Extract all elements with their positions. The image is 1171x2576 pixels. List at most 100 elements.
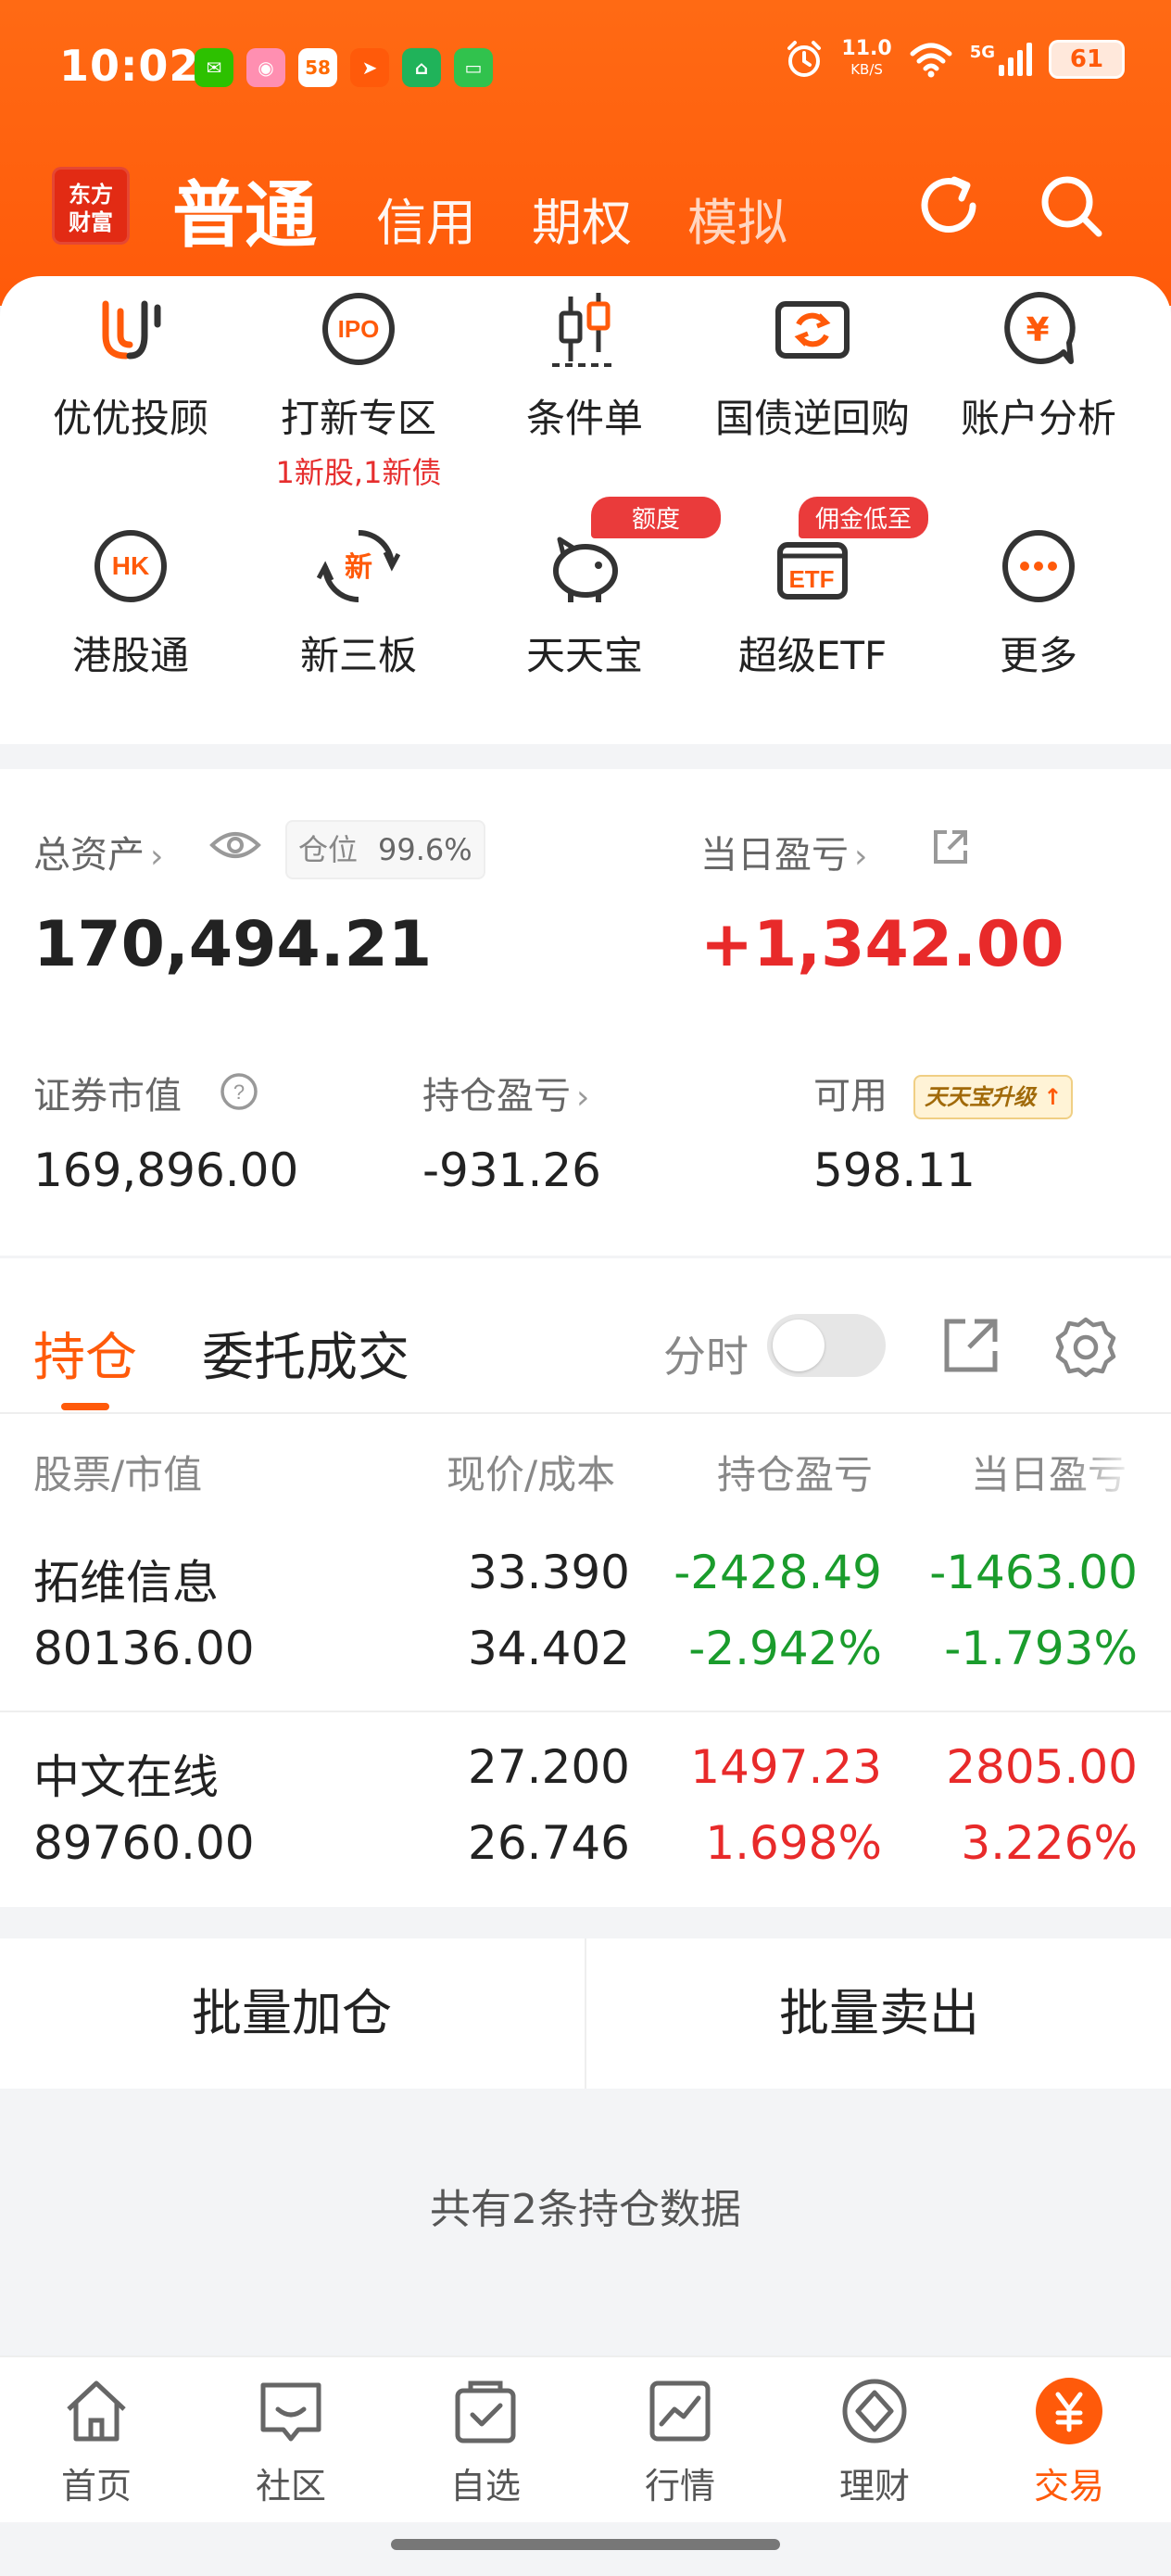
chevron-right-icon: › (854, 838, 868, 876)
settings-gear-icon[interactable] (1052, 1314, 1119, 1381)
eye-icon[interactable] (209, 828, 261, 862)
nav-watchlist[interactable]: 自选 (393, 2374, 578, 2508)
active-tab-indicator (61, 1403, 109, 1410)
feature-super-etf[interactable]: 佣金低至 ETF 超级ETF (697, 497, 928, 681)
status-time: 10:02 (59, 41, 200, 91)
batch-sell-button[interactable]: 批量卖出 (587, 1938, 1171, 2089)
uu-advisor-icon (102, 300, 161, 360)
feature-label: 超级ETF (737, 633, 888, 678)
feature-hk-connect[interactable]: HK 港股通 (15, 524, 246, 681)
asset-summary: 总资产 › 仓位 99.6% 170,494.21 当日盈亏 › +1,342.00 … (0, 769, 1171, 1256)
nav-home[interactable]: 首页 (4, 2374, 189, 2508)
account-type-nav: 东方 财富 普通 信用 期权 模拟 (0, 158, 1171, 259)
feature-sublabel: 1新股,1新债 (275, 455, 442, 490)
feature-grid: 优优投顾 IPO 打新专区 1新股,1新债 条件单 国债逆回购 ¥ 账户分析 H… (0, 276, 1171, 744)
share-icon[interactable] (939, 1314, 1002, 1377)
net-speed: 11.0 KB/S (841, 39, 891, 80)
holding-pl-link[interactable]: 持仓盈亏 › (422, 1066, 589, 1119)
feature-conditional-order[interactable]: 条件单 (469, 287, 700, 444)
daily-pl-link[interactable]: 当日盈亏 › (700, 825, 867, 878)
position-label: 仓位 (298, 832, 359, 867)
eastmoney-logo: 东方 财富 (52, 167, 130, 245)
tab-holdings[interactable]: 持仓 (33, 1316, 137, 1391)
divider (0, 1412, 1171, 1414)
external-link-icon[interactable] (930, 827, 971, 867)
nav-label: 社区 (255, 2466, 326, 2507)
stock-daily-pl-pct: -1.793% (944, 1622, 1138, 1675)
holding-pl-label: 持仓盈亏 (422, 1075, 571, 1118)
refresh-icon[interactable] (913, 170, 984, 241)
feature-tiantianbao[interactable]: 额度 天天宝 (469, 497, 721, 681)
feature-bond-repo[interactable]: 国债逆回购 (697, 287, 928, 444)
batch-add-button[interactable]: 批量加仓 (0, 1938, 584, 2089)
nav-trade[interactable]: 交易 (976, 2374, 1162, 2508)
battery-level: 61 (1069, 45, 1104, 73)
chevron-right-icon: › (576, 1079, 590, 1117)
nav-label: 首页 (60, 2466, 132, 2507)
wechat-icon: ✉ (195, 48, 233, 87)
network-type: 5G (969, 43, 995, 62)
feature-uu-advisor[interactable]: 优优投顾 (15, 287, 246, 444)
home-icon (67, 2380, 126, 2442)
svg-text:ETF: ETF (788, 565, 834, 593)
bilibili-icon: ◉ (246, 48, 285, 87)
chevron-right-icon: › (150, 838, 164, 876)
home-indicator[interactable] (391, 2539, 780, 2550)
feature-label: 优优投顾 (52, 396, 208, 441)
tab-simulation[interactable]: 模拟 (687, 182, 787, 255)
signal-icon (999, 43, 1032, 76)
svg-text:?: ? (233, 1080, 245, 1104)
more-icon (1002, 530, 1075, 602)
intraday-toggle[interactable] (767, 1314, 886, 1377)
tab-normal[interactable]: 普通 (172, 158, 317, 261)
total-assets-link[interactable]: 总资产 › (33, 825, 163, 878)
stock-daily-pl-pct: 3.226% (961, 1816, 1138, 1870)
alarm-icon (787, 41, 822, 77)
feature-account-analysis[interactable]: ¥ 账户分析 (923, 287, 1154, 444)
tab-credit[interactable]: 信用 (376, 182, 476, 255)
stock-cost: 26.746 (468, 1816, 630, 1870)
feature-ipo[interactable]: IPO 打新专区 1新股,1新债 (243, 287, 474, 492)
position-chip: 仓位 99.6% (285, 820, 485, 879)
market-value-label: 证券市值 (33, 1075, 182, 1118)
total-assets-label: 总资产 (33, 834, 145, 877)
tab-orders-trades[interactable]: 委托成交 (202, 1316, 409, 1391)
nav-community[interactable]: 社区 (198, 2374, 384, 2508)
hk-icon: HK (94, 530, 167, 602)
stock-holding-pl-pct: -2.942% (688, 1622, 882, 1675)
logo-line1: 东方 (69, 182, 113, 208)
nav-wealth[interactable]: 理财 (782, 2374, 967, 2508)
feature-label: 港股通 (71, 633, 189, 678)
community-icon (260, 2382, 321, 2442)
stock-holding-pl-pct: 1.698% (705, 1816, 882, 1870)
feature-label: 天天宝 (525, 633, 643, 678)
stock-price: 33.390 (468, 1546, 630, 1599)
col-stock-mv: 股票/市值 (33, 1452, 203, 1497)
feature-label: 账户分析 (960, 396, 1116, 441)
feature-more[interactable]: 更多 (923, 524, 1154, 681)
paper-plane-icon: ➤ (350, 48, 389, 87)
stock-market-value: 89760.00 (33, 1816, 255, 1870)
tab-options[interactable]: 期权 (532, 182, 632, 255)
feature-label: 更多 (999, 633, 1077, 678)
col-holding-pl: 持仓盈亏 (717, 1452, 874, 1497)
watchlist-icon (455, 2380, 516, 2443)
yen-chat-icon: ¥ (1004, 291, 1076, 364)
daily-pl-value: +1,342.00 (700, 908, 1064, 981)
stock-price: 27.200 (468, 1740, 630, 1794)
feature-new-third-board[interactable]: 新 新三板 (243, 524, 474, 681)
search-icon[interactable] (1036, 170, 1106, 241)
nav-market[interactable]: 行情 (587, 2374, 773, 2508)
top-header: 10:02 ✉ ◉ 58 ➤ ⌂ ▭ 11.0 KB/S 5G 61 东方 财富 … (0, 0, 1171, 306)
available-label: 可用 (813, 1075, 888, 1118)
col-daily-pl: 当日盈亏 (971, 1452, 1127, 1497)
net-speed-unit: KB/S (850, 61, 883, 78)
col-price-cost: 现价/成本 (447, 1452, 616, 1497)
help-icon[interactable]: ? (219, 1071, 259, 1112)
svg-text:HK: HK (112, 551, 149, 580)
svg-text:¥: ¥ (1026, 311, 1049, 349)
svg-text:IPO: IPO (338, 315, 380, 343)
wealth-icon (842, 2379, 907, 2443)
tiantianbao-upgrade-chip[interactable]: 天天宝升级 ↑ (913, 1075, 1074, 1119)
arrow-up-icon: ↑ (1043, 1084, 1063, 1110)
